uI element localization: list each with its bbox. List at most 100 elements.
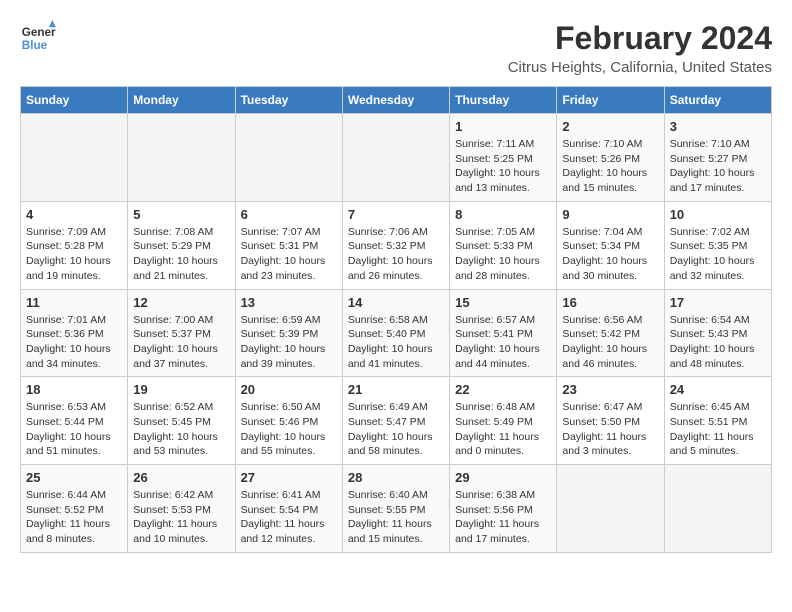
calendar-cell: 1 Sunrise: 7:11 AMSunset: 5:25 PMDaylight… [450,114,557,202]
calendar-cell [21,114,128,202]
day-number: 26 [133,470,229,485]
day-info: Sunrise: 6:54 AMSunset: 5:43 PMDaylight:… [670,313,766,372]
day-number: 18 [26,382,122,397]
day-number: 27 [241,470,337,485]
weekday-header-wednesday: Wednesday [342,87,449,114]
header: General Blue February 2024 Citrus Height… [20,20,772,76]
calendar-cell: 12 Sunrise: 7:00 AMSunset: 5:37 PMDayligh… [128,289,235,377]
day-info: Sunrise: 7:06 AMSunset: 5:32 PMDaylight:… [348,225,444,284]
day-info: Sunrise: 6:52 AMSunset: 5:45 PMDaylight:… [133,400,229,459]
calendar-cell: 11 Sunrise: 7:01 AMSunset: 5:36 PMDayligh… [21,289,128,377]
weekday-header-row: SundayMondayTuesdayWednesdayThursdayFrid… [21,87,772,114]
day-info: Sunrise: 7:08 AMSunset: 5:29 PMDaylight:… [133,225,229,284]
logo: General Blue [20,20,56,56]
week-row-2: 4 Sunrise: 7:09 AMSunset: 5:28 PMDaylight… [21,201,772,289]
day-info: Sunrise: 6:57 AMSunset: 5:41 PMDaylight:… [455,313,551,372]
day-number: 28 [348,470,444,485]
day-info: Sunrise: 6:50 AMSunset: 5:46 PMDaylight:… [241,400,337,459]
calendar-cell: 18 Sunrise: 6:53 AMSunset: 5:44 PMDayligh… [21,377,128,465]
day-number: 15 [455,295,551,310]
calendar-cell: 14 Sunrise: 6:58 AMSunset: 5:40 PMDayligh… [342,289,449,377]
svg-text:General: General [22,26,56,39]
day-number: 8 [455,207,551,222]
main-title: February 2024 [508,20,772,57]
week-row-5: 25Sunrise: 6:44 AMSunset: 5:52 PMDayligh… [21,465,772,553]
calendar-cell: 6Sunrise: 7:07 AMSunset: 5:31 PMDaylight… [235,201,342,289]
calendar-cell [664,465,771,553]
day-number: 13 [241,295,337,310]
day-info: Sunrise: 6:59 AMSunset: 5:39 PMDaylight:… [241,313,337,372]
day-info: Sunrise: 6:40 AMSunset: 5:55 PMDaylight:… [348,488,444,547]
week-row-1: 1 Sunrise: 7:11 AMSunset: 5:25 PMDaylight… [21,114,772,202]
svg-text:Blue: Blue [22,39,48,52]
week-row-3: 11 Sunrise: 7:01 AMSunset: 5:36 PMDayligh… [21,289,772,377]
calendar-cell: 16 Sunrise: 6:56 AMSunset: 5:42 PMDayligh… [557,289,664,377]
calendar-cell [128,114,235,202]
day-info: Sunrise: 7:09 AMSunset: 5:28 PMDaylight:… [26,225,122,284]
day-info: Sunrise: 6:48 AMSunset: 5:49 PMDaylight:… [455,400,551,459]
title-area: February 2024 Citrus Heights, California… [508,20,772,76]
calendar-cell [235,114,342,202]
calendar-cell: 4 Sunrise: 7:09 AMSunset: 5:28 PMDaylight… [21,201,128,289]
day-info: Sunrise: 7:10 AMSunset: 5:26 PMDaylight:… [562,137,658,196]
day-info: Sunrise: 6:42 AMSunset: 5:53 PMDaylight:… [133,488,229,547]
day-info: Sunrise: 6:44 AMSunset: 5:52 PMDaylight:… [26,488,122,547]
calendar-cell [557,465,664,553]
calendar-cell: 19 Sunrise: 6:52 AMSunset: 5:45 PMDayligh… [128,377,235,465]
calendar-cell: 22Sunrise: 6:48 AMSunset: 5:49 PMDayligh… [450,377,557,465]
day-info: Sunrise: 7:11 AMSunset: 5:25 PMDaylight:… [455,137,551,196]
calendar-cell: 21 Sunrise: 6:49 AMSunset: 5:47 PMDayligh… [342,377,449,465]
day-info: Sunrise: 6:56 AMSunset: 5:42 PMDaylight:… [562,313,658,372]
day-number: 16 [562,295,658,310]
calendar-cell: 15 Sunrise: 6:57 AMSunset: 5:41 PMDayligh… [450,289,557,377]
calendar-cell: 28 Sunrise: 6:40 AMSunset: 5:55 PMDayligh… [342,465,449,553]
calendar-cell: 29 Sunrise: 6:38 AMSunset: 5:56 PMDayligh… [450,465,557,553]
day-info: Sunrise: 6:47 AMSunset: 5:50 PMDaylight:… [562,400,658,459]
day-info: Sunrise: 7:07 AMSunset: 5:31 PMDaylight:… [241,225,337,284]
day-number: 1 [455,119,551,134]
day-info: Sunrise: 6:53 AMSunset: 5:44 PMDaylight:… [26,400,122,459]
day-info: Sunrise: 7:04 AMSunset: 5:34 PMDaylight:… [562,225,658,284]
day-info: Sunrise: 7:10 AMSunset: 5:27 PMDaylight:… [670,137,766,196]
calendar-cell: 8 Sunrise: 7:05 AMSunset: 5:33 PMDaylight… [450,201,557,289]
calendar-cell: 25Sunrise: 6:44 AMSunset: 5:52 PMDayligh… [21,465,128,553]
calendar-cell: 20Sunrise: 6:50 AMSunset: 5:46 PMDayligh… [235,377,342,465]
weekday-header-monday: Monday [128,87,235,114]
weekday-header-friday: Friday [557,87,664,114]
day-number: 23 [562,382,658,397]
calendar-cell: 13 Sunrise: 6:59 AMSunset: 5:39 PMDayligh… [235,289,342,377]
day-info: Sunrise: 7:05 AMSunset: 5:33 PMDaylight:… [455,225,551,284]
day-info: Sunrise: 7:00 AMSunset: 5:37 PMDaylight:… [133,313,229,372]
day-number: 9 [562,207,658,222]
day-info: Sunrise: 6:49 AMSunset: 5:47 PMDaylight:… [348,400,444,459]
calendar-cell: 23 Sunrise: 6:47 AMSunset: 5:50 PMDayligh… [557,377,664,465]
weekday-header-thursday: Thursday [450,87,557,114]
day-number: 4 [26,207,122,222]
calendar-cell: 7 Sunrise: 7:06 AMSunset: 5:32 PMDaylight… [342,201,449,289]
week-row-4: 18 Sunrise: 6:53 AMSunset: 5:44 PMDayligh… [21,377,772,465]
calendar-cell: 5 Sunrise: 7:08 AMSunset: 5:29 PMDaylight… [128,201,235,289]
day-number: 17 [670,295,766,310]
day-number: 21 [348,382,444,397]
day-number: 24 [670,382,766,397]
subtitle: Citrus Heights, California, United State… [508,59,772,76]
day-number: 12 [133,295,229,310]
day-info: Sunrise: 6:38 AMSunset: 5:56 PMDaylight:… [455,488,551,547]
weekday-header-saturday: Saturday [664,87,771,114]
weekday-header-sunday: Sunday [21,87,128,114]
calendar-cell [342,114,449,202]
day-number: 5 [133,207,229,222]
weekday-header-tuesday: Tuesday [235,87,342,114]
day-number: 29 [455,470,551,485]
day-number: 19 [133,382,229,397]
day-number: 7 [348,207,444,222]
day-number: 3 [670,119,766,134]
day-number: 2 [562,119,658,134]
day-number: 11 [26,295,122,310]
day-number: 14 [348,295,444,310]
logo-icon: General Blue [20,20,56,56]
calendar-table: SundayMondayTuesdayWednesdayThursdayFrid… [20,86,772,553]
day-info: Sunrise: 6:58 AMSunset: 5:40 PMDaylight:… [348,313,444,372]
day-info: Sunrise: 7:01 AMSunset: 5:36 PMDaylight:… [26,313,122,372]
calendar-cell: 10Sunrise: 7:02 AMSunset: 5:35 PMDayligh… [664,201,771,289]
